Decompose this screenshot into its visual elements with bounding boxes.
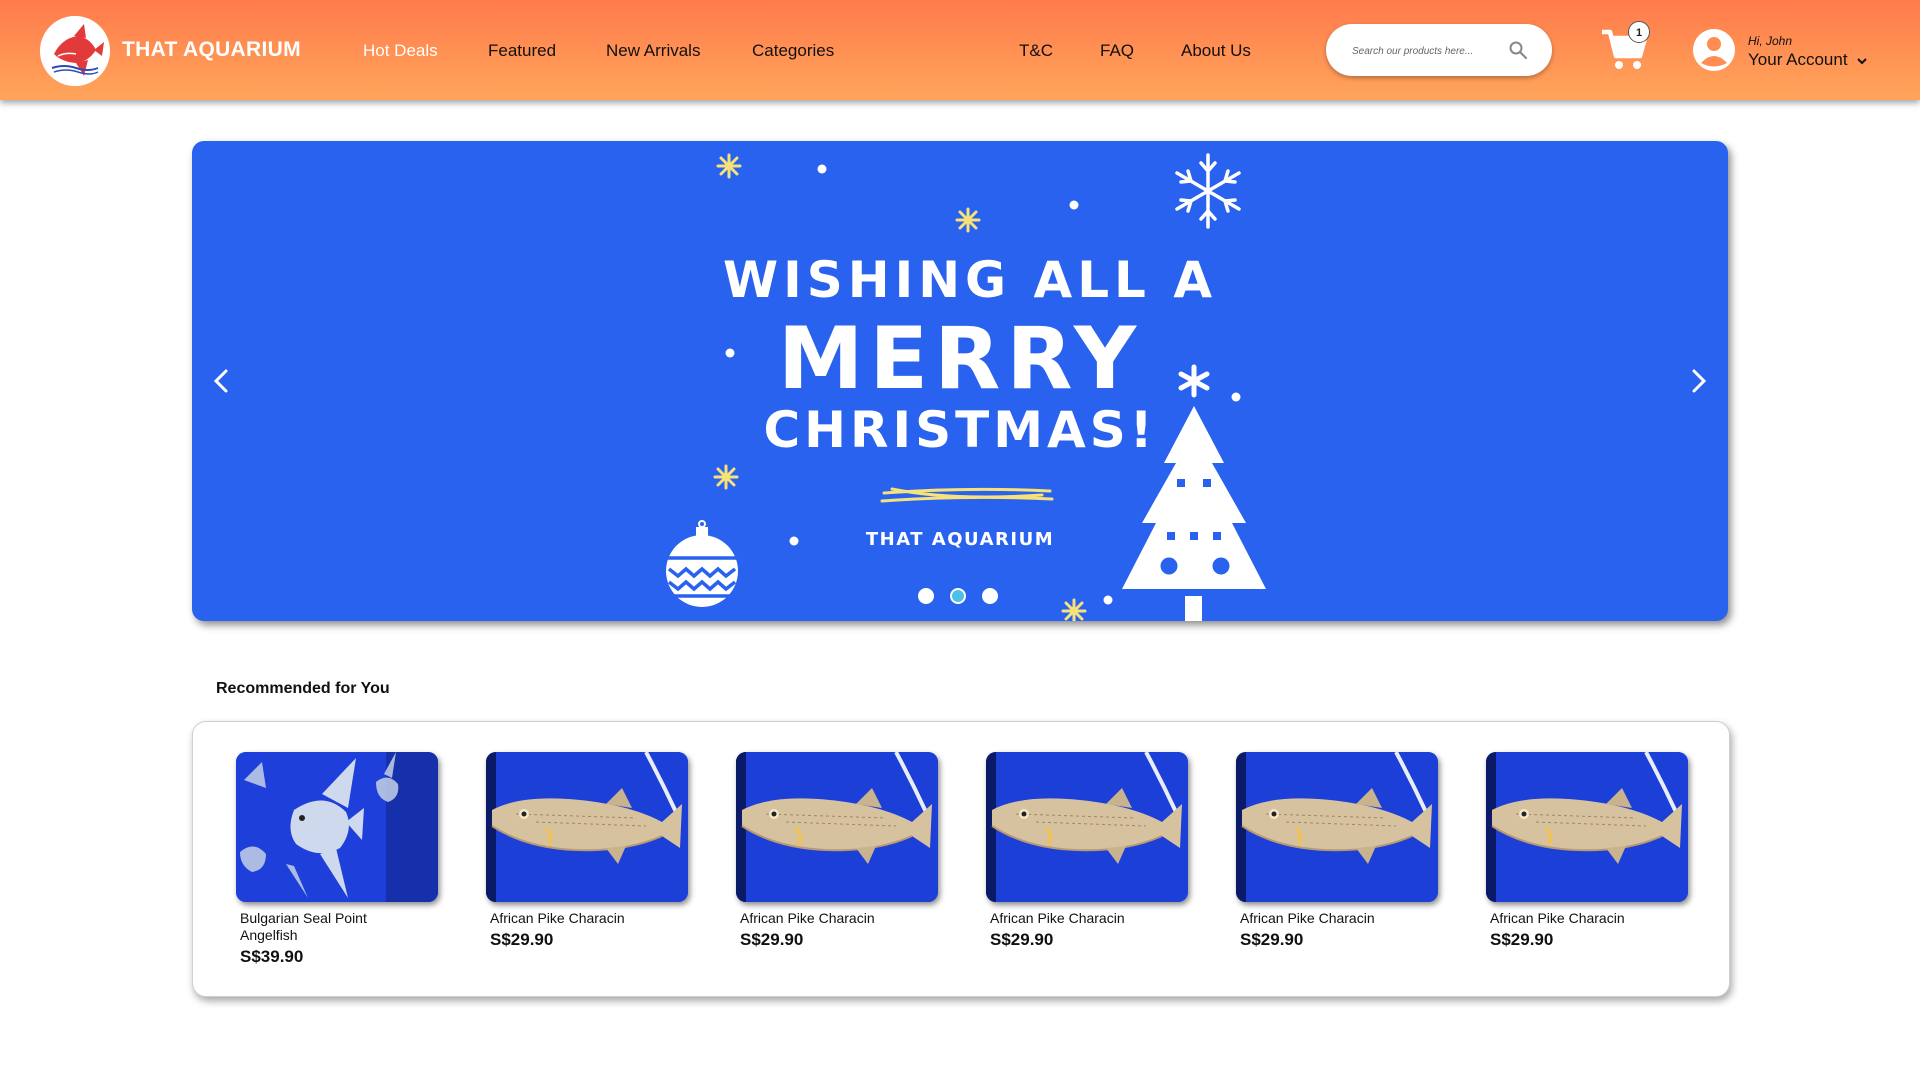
product-image[interactable] <box>1486 752 1688 902</box>
product-card[interactable]: African Pike Characin S$29.90 <box>986 752 1188 950</box>
nav-new-arrivals[interactable]: New Arrivals <box>606 41 700 61</box>
product-card[interactable]: African Pike Characin S$29.90 <box>1236 752 1438 950</box>
product-card[interactable]: African Pike Characin S$29.90 <box>1486 752 1688 950</box>
search-box <box>1326 24 1552 76</box>
product-name[interactable]: African Pike Characin <box>990 910 1170 927</box>
product-price: S$29.90 <box>1490 930 1554 949</box>
nav-about-us[interactable]: About Us <box>1181 41 1251 61</box>
product-image[interactable] <box>486 752 688 902</box>
nav-hot-deals[interactable]: Hot Deals <box>363 41 438 61</box>
carousel-dot-1[interactable] <box>918 588 934 604</box>
product-price: S$39.90 <box>240 947 304 966</box>
top-navigation-bar: THAT AQUARIUM Hot Deals Featured New Arr… <box>0 0 1920 100</box>
chevron-down-icon <box>1857 57 1868 64</box>
chevron-left-icon[interactable] <box>204 361 240 401</box>
banner-line-1: WISHING ALL A <box>722 251 1218 309</box>
product-image[interactable] <box>236 752 438 902</box>
carousel-dot-2[interactable] <box>950 588 966 604</box>
product-image[interactable] <box>986 752 1188 902</box>
carousel-indicators <box>918 588 1008 608</box>
product-name[interactable]: African Pike Characin <box>1240 910 1420 927</box>
product-card[interactable]: African Pike Characin S$29.90 <box>486 752 688 950</box>
chevron-right-icon[interactable] <box>1680 361 1716 401</box>
product-card[interactable]: African Pike Characin S$29.90 <box>736 752 938 950</box>
hero-carousel: WISHING ALL A MERRY CHRISTMAS! THAT AQUA… <box>192 141 1728 621</box>
recommended-heading: Recommended for You <box>216 680 390 697</box>
search-input[interactable] <box>1350 38 1514 64</box>
product-image[interactable] <box>736 752 938 902</box>
search-icon[interactable] <box>1508 40 1528 60</box>
banner-brand: THAT AQUARIUM <box>865 529 1055 550</box>
product-image[interactable] <box>1236 752 1438 902</box>
nav-categories[interactable]: Categories <box>752 41 834 61</box>
product-name[interactable]: African Pike Characin <box>490 910 670 927</box>
account-label: Your Account <box>1748 50 1848 69</box>
brand-name[interactable]: THAT AQUARIUM <box>122 38 301 62</box>
product-name[interactable]: African Pike Characin <box>1490 910 1670 927</box>
nav-featured[interactable]: Featured <box>488 41 556 61</box>
product-price: S$29.90 <box>740 930 804 949</box>
carousel-dot-3[interactable] <box>982 588 998 604</box>
user-avatar-icon[interactable] <box>1692 28 1736 72</box>
nav-terms[interactable]: T&C <box>1019 41 1053 61</box>
recommended-products-panel: Bulgarian Seal Point Angelfish S$39.90 A… <box>192 721 1730 997</box>
product-price: S$29.90 <box>490 930 554 949</box>
product-name[interactable]: Bulgarian Seal Point Angelfish <box>240 910 420 944</box>
product-price: S$29.90 <box>1240 930 1304 949</box>
nav-faq[interactable]: FAQ <box>1100 41 1134 61</box>
banner-line-2: MERRY <box>777 309 1143 409</box>
account-greeting: Hi, John <box>1748 34 1793 48</box>
account-menu-button[interactable]: Your Account <box>1748 50 1868 70</box>
product-price: S$29.90 <box>990 930 1054 949</box>
angelfish-logo-icon[interactable] <box>40 16 110 86</box>
product-name[interactable]: African Pike Characin <box>740 910 920 927</box>
banner-line-3: CHRISTMAS! <box>763 401 1157 459</box>
product-card[interactable]: Bulgarian Seal Point Angelfish S$39.90 <box>236 752 438 967</box>
cart-count-badge: 1 <box>1628 21 1650 43</box>
